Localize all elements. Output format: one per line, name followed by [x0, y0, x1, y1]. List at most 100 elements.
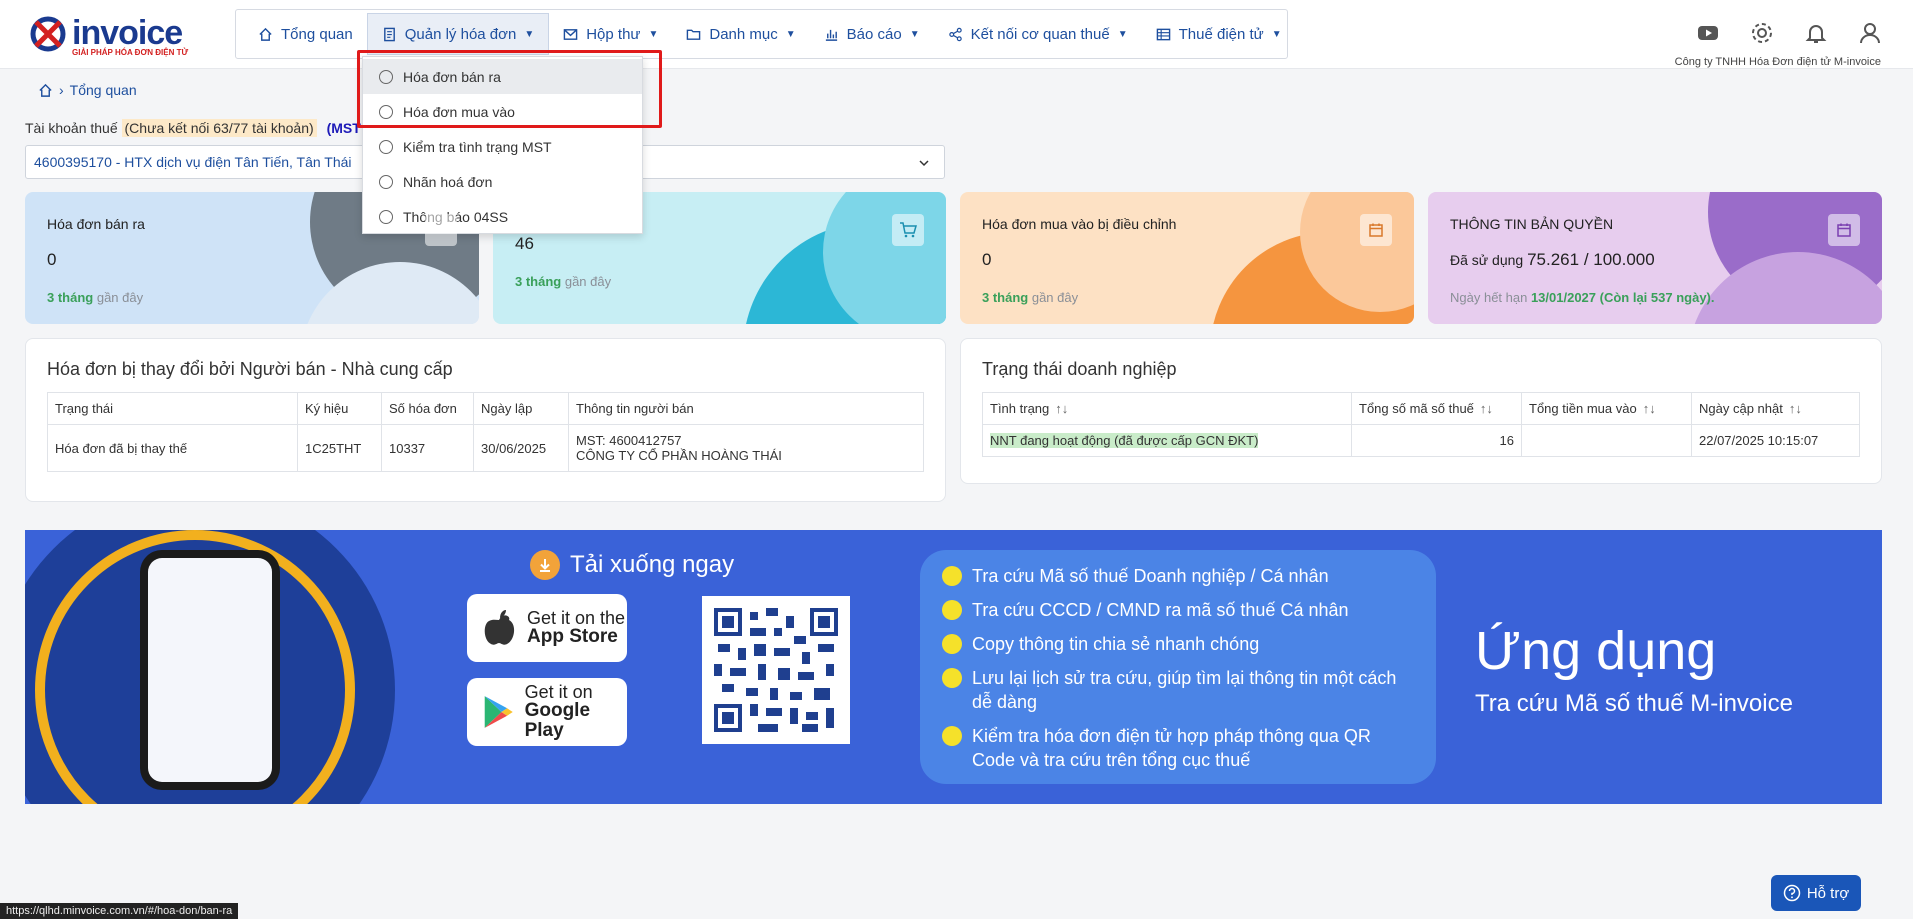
google-play-line2: Google Play — [524, 700, 591, 741]
chevron-down-icon — [918, 156, 930, 172]
panel-title: Trạng thái doanh nghiệp — [982, 359, 1177, 379]
card-footer: 3 tháng gần đây — [47, 290, 144, 305]
cell-updated: 22/07/2025 10:15:07 — [1691, 424, 1860, 457]
cell-status: Hóa đơn đã bị thay thế — [47, 424, 298, 472]
bullet-icon — [942, 566, 962, 586]
nav-e-tax[interactable]: Thuế điện tử ▼ — [1142, 13, 1296, 55]
breadcrumb-separator: › — [59, 82, 64, 98]
list-item: Lưu lại lịch sử tra cứu, giúp tìm lại th… — [942, 666, 1414, 714]
card-value: 46 — [515, 234, 534, 253]
nav-tax-connection[interactable]: Kết nối cơ quan thuế ▼ — [934, 13, 1142, 55]
phone-mockup — [140, 550, 280, 790]
chevron-down-icon: ▼ — [648, 28, 659, 40]
bar-chart-icon — [825, 29, 837, 41]
table-row[interactable]: NNT đang hoạt động (đã được cấp GCN ĐKT)… — [982, 424, 1860, 457]
logo-subtitle: GIẢI PHÁP HÓA ĐƠN ĐIỆN TỬ — [72, 48, 189, 57]
chevron-down-icon: ▼ — [909, 28, 920, 40]
bell-icon[interactable] — [1803, 20, 1829, 46]
share-icon — [948, 27, 962, 41]
sort-icon: ↑↓ — [1788, 401, 1802, 416]
card-title: Hóa đơn mua vào bị điều chỉnh — [982, 216, 1177, 232]
header-icons — [1695, 20, 1883, 46]
card-license-info[interactable]: THÔNG TIN BẢN QUYỀN Đã sử dụng 75.261 / … — [1428, 192, 1882, 324]
col-tax-count[interactable]: Tổng số mã số thuế ↑↓ — [1351, 392, 1522, 425]
nav-catalog[interactable]: Danh mục ▼ — [672, 13, 809, 55]
col-status[interactable]: Tình trạng ↑↓ — [982, 392, 1352, 425]
col-status[interactable]: Trạng thái — [47, 392, 298, 425]
chevron-down-icon: ▼ — [1117, 28, 1128, 40]
qr-code — [702, 596, 850, 744]
changed-invoices-panel: Hóa đơn bị thay đổi bởi Người bán - Nhà … — [25, 338, 946, 502]
business-status-panel: Trạng thái doanh nghiệp Tình trạng ↑↓ Tổn… — [960, 338, 1882, 484]
menu-item-check-mst[interactable]: Kiểm tra tình trạng MST — [363, 129, 642, 164]
app-store-line1: Get it on the — [527, 608, 626, 628]
apple-icon — [484, 610, 515, 645]
radio-icon — [379, 139, 393, 154]
cell-purchase-total — [1521, 424, 1692, 457]
card-footer: 3 tháng gần đây — [515, 274, 612, 289]
bullet-icon — [942, 668, 962, 688]
google-play-button[interactable]: Get it on Google Play — [467, 678, 627, 746]
nav-overview[interactable]: Tổng quan — [244, 13, 367, 55]
card-value: 0 — [982, 250, 992, 269]
download-title: Tải xuống ngay — [530, 550, 734, 580]
list-item: Tra cứu Mã số thuế Doanh nghiệp / Cá nhâ… — [942, 564, 1414, 588]
top-header: invoice GIẢI PHÁP HÓA ĐƠN ĐIỆN TỬ Tổng q… — [0, 0, 1913, 69]
gear-icon[interactable] — [1749, 20, 1775, 46]
logo[interactable]: invoice GIẢI PHÁP HÓA ĐƠN ĐIỆN TỬ — [28, 12, 189, 57]
cell-date: 30/06/2025 — [473, 424, 569, 472]
col-updated[interactable]: Ngày cập nhật ↑↓ — [1691, 392, 1860, 425]
nav-invoice-management[interactable]: Quản lý hóa đơn ▼ — [366, 13, 550, 55]
nav-reports-label: Báo cáo — [846, 25, 902, 43]
list-item: Tra cứu CCCD / CMND ra mã số thuế Cá nhâ… — [942, 598, 1414, 622]
breadcrumb-overview[interactable]: Tổng quan — [70, 82, 137, 98]
list-item: Kiểm tra hóa đơn điện tử hợp pháp thông … — [942, 724, 1414, 772]
app-store-button[interactable]: Get it on the App Store — [467, 594, 627, 662]
card-decor — [823, 192, 946, 324]
license-usage: Đã sử dụng 75.261 / 100.000 — [1450, 250, 1655, 269]
nav-mailbox[interactable]: Hộp thư ▼ — [549, 13, 672, 55]
download-icon — [530, 550, 560, 580]
menu-item-invoice-labels[interactable]: Nhãn hoá đơn — [363, 164, 642, 199]
col-date[interactable]: Ngày lập — [473, 392, 569, 425]
nav-catalog-label: Danh mục — [709, 25, 778, 43]
nav-mailbox-label: Hộp thư — [586, 25, 641, 43]
card-adjusted-purchases[interactable]: Hóa đơn mua vào bị điều chỉnh 0 3 tháng … — [960, 192, 1414, 324]
home-icon[interactable] — [38, 83, 53, 98]
feature-list: Tra cứu Mã số thuế Doanh nghiệp / Cá nhâ… — [920, 550, 1436, 784]
app-title: Ứng dụng — [1475, 621, 1717, 681]
col-purchase-total[interactable]: Tổng tiền mua vào ↑↓ — [1521, 392, 1692, 425]
cell-tax-count: 16 — [1351, 424, 1522, 457]
help-button[interactable]: Hỗ trợ — [1771, 875, 1861, 911]
cell-status: NNT đang hoạt động (đã được cấp GCN ĐKT) — [982, 424, 1352, 457]
nav-overview-label: Tổng quan — [281, 25, 353, 43]
table-header: Trạng thái Ký hiệu Số hóa đơn Ngày lập T… — [47, 392, 924, 425]
col-symbol[interactable]: Ký hiệu — [297, 392, 382, 425]
google-play-line1: Get it on — [524, 682, 593, 702]
home-icon — [259, 27, 272, 41]
breadcrumb: › Tổng quan — [38, 82, 137, 98]
bullet-icon — [942, 726, 962, 746]
chevron-down-icon: ▼ — [1271, 28, 1282, 40]
seller-mst: MST: 4600412757 — [576, 433, 682, 448]
card-title: Hóa đơn bán ra — [47, 216, 145, 232]
youtube-icon[interactable] — [1695, 20, 1721, 46]
col-number[interactable]: Số hóa đơn — [381, 392, 474, 425]
user-icon[interactable] — [1857, 20, 1883, 46]
nav-tax-connection-label: Kết nối cơ quan thuế — [970, 25, 1110, 43]
nav-reports[interactable]: Báo cáo ▼ — [810, 13, 934, 55]
sort-icon: ↑↓ — [1055, 401, 1069, 416]
col-seller[interactable]: Thông tin người bán — [568, 392, 924, 425]
table-icon — [1156, 28, 1170, 40]
table-row[interactable]: Hóa đơn đã bị thay thế 1C25THT 10337 30/… — [47, 424, 924, 472]
bullet-icon — [942, 600, 962, 620]
license-expiry: Ngày hết hạn 13/01/2027 (Còn lại 537 ngà… — [1450, 290, 1715, 305]
tax-account-selected: 4600395170 - HTX dịch vụ điện Tân Tiến, … — [34, 154, 352, 170]
app-promo-banner[interactable]: Tải xuống ngay Get it on the App Store G… — [25, 530, 1882, 804]
card-title: THÔNG TIN BẢN QUYỀN — [1450, 216, 1614, 232]
cell-number: 10337 — [381, 424, 474, 472]
mail-icon — [563, 28, 578, 40]
card-value: 0 — [47, 250, 57, 269]
list-item: Copy thông tin chia sẻ nhanh chóng — [942, 632, 1414, 656]
sort-icon: ↑↓ — [1479, 401, 1493, 416]
